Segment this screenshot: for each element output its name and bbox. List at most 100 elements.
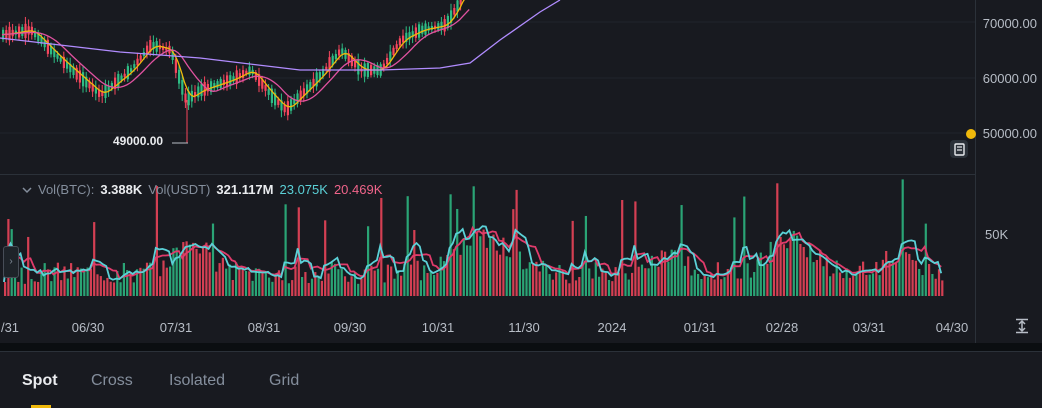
candle (267, 89, 270, 95)
volume-bar (845, 268, 848, 296)
volume-bar (50, 281, 53, 296)
candle (203, 82, 206, 96)
volume-bar (766, 263, 769, 296)
volume-bar (852, 275, 855, 296)
volume-bar (53, 267, 56, 296)
volume-bar (680, 205, 683, 296)
volume-bar (716, 262, 719, 296)
time-tick: /31 (0, 320, 20, 335)
volume-bar (99, 276, 102, 296)
volume-bar (591, 278, 594, 296)
volume-axis-tick: 50K (985, 227, 1009, 242)
volume-bar (360, 278, 363, 296)
volume-bar (627, 279, 630, 296)
volume-bar (769, 241, 772, 296)
volume-bar (644, 268, 647, 296)
candle (453, 8, 456, 15)
volume-bar (571, 220, 574, 296)
volume-bar (106, 277, 109, 296)
volume-bar (66, 278, 69, 296)
volume-bar (327, 273, 330, 296)
volume-bar (829, 276, 832, 296)
candle (117, 73, 120, 88)
volume-bar (162, 260, 165, 296)
volume-bar (469, 245, 472, 296)
tab-cross[interactable]: Cross (91, 372, 133, 390)
volume-bar (578, 277, 581, 296)
price-axis[interactable]: 70000.00 60000.00 50000.00 (950, 0, 1042, 343)
volume-bar (198, 253, 201, 296)
pane-separator (0, 174, 975, 175)
volume-bar (607, 279, 611, 296)
candle (59, 57, 62, 62)
volume-bar (924, 223, 927, 296)
volume-bar (904, 252, 908, 296)
volume-bar (436, 272, 439, 296)
volume-bar (898, 256, 901, 296)
volume-bar (921, 275, 924, 296)
volume-bar (598, 276, 601, 296)
ma99-line (0, 0, 561, 71)
volume-bar (739, 278, 743, 296)
vol-ma2-value: 20.469K (333, 182, 383, 197)
volume-bar (891, 261, 894, 296)
volume-bar (37, 281, 40, 296)
volume-bar (396, 270, 399, 296)
volume-bar (225, 268, 228, 296)
volume-bar (307, 282, 310, 296)
chevron-right-icon[interactable]: › (3, 246, 19, 278)
time-tick: 03/31 (852, 320, 886, 335)
volume-bar (779, 236, 782, 296)
price-tick: 50000.00 (982, 126, 1037, 141)
volume-bar (736, 278, 739, 296)
volume-bar (373, 270, 376, 296)
volume-bar (482, 229, 485, 296)
volume-bar (304, 272, 307, 296)
volume-bar (73, 277, 76, 296)
volume-bar (462, 238, 465, 296)
volume-bar (96, 274, 99, 296)
volume-bar (79, 268, 83, 296)
volume-bar (908, 253, 911, 296)
volume-bar (522, 269, 525, 296)
volume-bar (934, 278, 937, 296)
candle (104, 84, 107, 99)
volume-bar (433, 274, 436, 296)
volume-bar (690, 275, 693, 296)
volume-bar (868, 274, 871, 296)
volume-bar (409, 264, 413, 296)
volume-bar (244, 271, 248, 296)
volume-bar (370, 265, 373, 296)
volume-bar (159, 276, 162, 296)
expand-vertical-icon[interactable] (1014, 318, 1030, 334)
candle (139, 55, 142, 61)
volume-bar (459, 254, 462, 296)
volume-bar (466, 245, 469, 296)
volume-bar (561, 270, 564, 296)
note-icon[interactable] (949, 139, 969, 159)
volume-bar (697, 273, 700, 296)
volume-bar (284, 204, 287, 296)
ma7-line (1, 0, 465, 108)
tab-grid[interactable]: Grid (269, 372, 299, 390)
tab-spot[interactable]: Spot (22, 372, 58, 390)
volume-bar (33, 281, 36, 296)
candle (184, 93, 187, 103)
candlestick-plot[interactable] (0, 0, 975, 343)
candle (181, 80, 184, 95)
tab-isolated[interactable]: Isolated (169, 372, 225, 390)
volume-bar (23, 283, 26, 296)
volume-bar (155, 186, 158, 296)
volume-bar (555, 272, 558, 296)
chevron-down-icon[interactable] (22, 185, 32, 195)
volume-bar (825, 256, 828, 296)
volume-bar (763, 264, 766, 296)
volume-bar (228, 264, 231, 296)
time-axis[interactable]: /31 06/30 07/31 08/31 09/30 10/31 11/30 … (0, 311, 975, 343)
volume-bar (334, 263, 337, 296)
low-price-label: 49000.00 (113, 134, 164, 148)
candle (290, 99, 293, 111)
volume-bar (83, 271, 86, 296)
volume-bar (723, 277, 726, 296)
kline-chart[interactable]: 49000.00 Vol(BTC): 3.388K Vol(USDT) 321.… (0, 0, 1042, 343)
